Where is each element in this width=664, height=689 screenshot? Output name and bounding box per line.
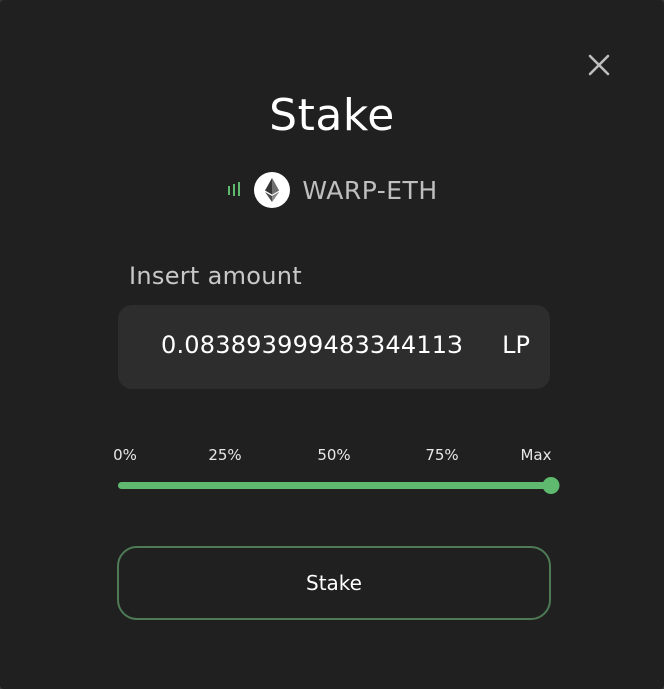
slider-fill: [118, 482, 551, 489]
stake-button[interactable]: Stake: [117, 546, 551, 620]
pair-name: WARP-ETH: [302, 175, 438, 205]
slider-label-25[interactable]: 25%: [208, 446, 241, 464]
stake-modal: Stake WARP-ETH Insert amount 0.083893999…: [0, 0, 664, 689]
amount-input[interactable]: 0.08389399948334411З LP: [118, 305, 550, 389]
slider-label-max[interactable]: Max: [520, 446, 551, 464]
token-pair: WARP-ETH: [0, 172, 664, 208]
amount-unit: LP: [502, 331, 530, 359]
slider-label-50[interactable]: 50%: [317, 446, 350, 464]
slider-label-0[interactable]: 0%: [113, 446, 137, 464]
eth-icon: [254, 172, 291, 208]
warp-icon: [228, 182, 241, 196]
close-icon: [588, 54, 610, 76]
amount-value[interactable]: 0.08389399948334411З: [161, 331, 463, 359]
close-button[interactable]: [582, 48, 616, 82]
slider-thumb[interactable]: [542, 477, 560, 494]
amount-slider[interactable]: [118, 477, 560, 494]
slider-label-75[interactable]: 75%: [425, 446, 458, 464]
amount-label: Insert amount: [129, 262, 302, 290]
modal-title: Stake: [269, 90, 395, 141]
